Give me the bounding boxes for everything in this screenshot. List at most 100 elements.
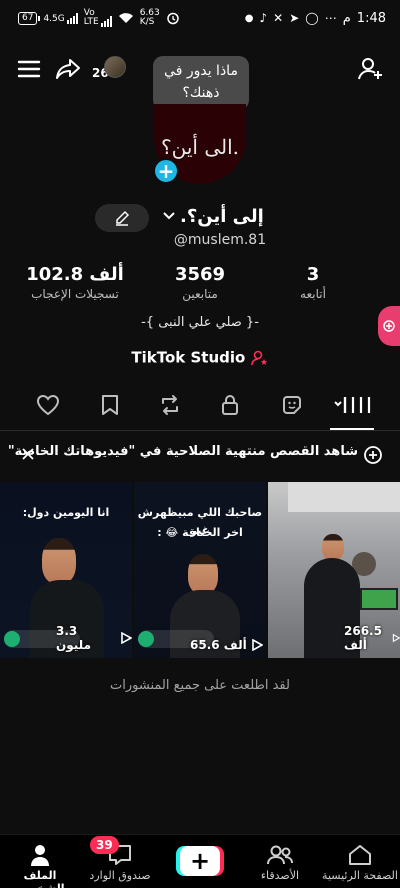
play-count: 266.5 ألف	[344, 624, 382, 652]
end-of-posts-text: لقد اطلعت على جميع المنشورات	[110, 678, 290, 693]
profile-tabs	[0, 390, 400, 422]
tv-shape	[360, 588, 398, 610]
username: @muslem.81	[173, 232, 267, 248]
video-thumbnail[interactable]: صاحبك اللي مبيظهرش غير اخر الخناقة 😂 : 6…	[134, 482, 266, 658]
following-label: أتابعه	[300, 287, 326, 301]
volte-bottom: LTE	[83, 17, 99, 27]
status-prompt-bubble[interactable]: ماذا يدور في ذهنك؟	[153, 56, 249, 110]
speed-unit: K/S	[139, 17, 155, 27]
likes-label: تسجيلات الإعجاب	[31, 287, 119, 301]
alarm-icon	[167, 12, 179, 25]
signal-bars-2-icon	[100, 16, 112, 27]
tab-reposts[interactable]	[152, 390, 188, 420]
stat-following[interactable]: 3 أتابعه	[258, 264, 368, 301]
video-caption-3: انا اليومين دول:	[22, 506, 110, 519]
tab-liked[interactable]	[30, 390, 66, 420]
pencil-icon	[116, 210, 130, 226]
person-head	[188, 554, 218, 594]
tiktok-studio-link[interactable]: TikTok Studio	[0, 348, 400, 367]
share-arrow-icon	[56, 59, 80, 79]
tab-private[interactable]	[212, 390, 248, 420]
create-button[interactable]: +	[176, 846, 224, 876]
videos-grid-icon	[334, 397, 371, 413]
clock-period: م	[342, 10, 351, 26]
video-grid: 266.5 ألف صاحبك اللي مبيظهرش غير اخر الخ…	[0, 482, 400, 658]
stories-banner[interactable]: شاهد القصص منتهية الصلاحية في "فيديوهاتك…	[0, 440, 400, 470]
stat-followers[interactable]: 3569 متابعين	[145, 264, 255, 301]
banner-text: شاهد القصص منتهية الصلاحية في "فيديوهاتك…	[7, 444, 358, 459]
likes-count: 102.8 ألف	[26, 264, 124, 285]
stat-likes: 102.8 ألف تسجيلات الإعجاب	[20, 264, 130, 301]
network-speed: 6.63 K/S	[140, 9, 160, 27]
tiktok-notif-icon: ♪	[259, 11, 268, 25]
friend-avatar[interactable]	[104, 56, 126, 78]
followers-label: متابعين	[182, 287, 218, 301]
following-count: 3	[306, 264, 320, 285]
video-views: 3.3 مليون	[56, 624, 132, 652]
banner-add-icon-wrap	[362, 444, 384, 466]
nav-inbox-label: صندوق الوارد	[89, 869, 151, 882]
profile-icon	[31, 845, 49, 866]
bookmark-icon	[102, 395, 118, 415]
telegram-icon: ➤	[289, 11, 300, 25]
nav-friends-label: الأصدقاء	[260, 869, 300, 882]
tab-mentions[interactable]	[274, 390, 310, 420]
plus-icon: +	[157, 159, 175, 183]
mic-icon	[4, 631, 20, 647]
tooltip-line2: ذهنك؟	[182, 85, 220, 101]
menu-button[interactable]	[16, 56, 42, 82]
video-views: 266.5 ألف	[344, 624, 400, 652]
side-floating-button[interactable]	[378, 306, 400, 346]
hamburger-icon	[17, 60, 41, 78]
nav-profile[interactable]: الملف الشخصي	[0, 841, 80, 888]
status-right: ● ♪ ✕ ➤ ◯ ⋯ م 1:48	[245, 11, 386, 26]
ceiling-shape	[288, 482, 400, 512]
add-friend-button[interactable]	[356, 56, 384, 82]
sticker-icon	[283, 396, 301, 414]
clock-time: 1:48	[356, 10, 386, 26]
more-dots-icon: ⋯	[324, 11, 337, 25]
side-pill-icon	[383, 320, 395, 332]
heart-icon	[36, 394, 60, 416]
signal-bars-icon	[66, 12, 78, 24]
chevron-down-icon[interactable]	[162, 210, 176, 222]
add-user-icon	[358, 58, 382, 80]
signal-2: Vo LTE	[84, 9, 112, 27]
person-head	[42, 538, 76, 584]
friends-icon	[267, 845, 293, 865]
x-notif-icon: ✕	[273, 11, 284, 25]
user-star-icon	[250, 350, 267, 365]
mic-icon	[138, 631, 154, 647]
tab-videos[interactable]	[332, 390, 374, 420]
person-head	[322, 534, 344, 560]
tabs-divider	[0, 430, 400, 431]
battery-icon: 67	[18, 11, 41, 25]
wifi-icon	[118, 13, 133, 23]
followers-count: 3569	[174, 264, 226, 285]
edit-profile-button[interactable]	[95, 204, 149, 232]
dot-icon: ●	[244, 12, 254, 24]
share-profile-button[interactable]	[54, 56, 82, 82]
play-count: 65.6 ألف	[190, 638, 247, 652]
add-circle-icon	[364, 446, 382, 464]
play-icon	[251, 639, 263, 651]
status-left: 67 4.5G Vo LTE 6.63 K/S	[18, 9, 180, 27]
nav-home[interactable]: الصفحة الرئيسية	[320, 841, 400, 882]
tab-favorites[interactable]	[92, 390, 128, 420]
status-bar: 67 4.5G Vo LTE 6.63 K/S ● ♪ ✕ ➤ ◯ ⋯ م 1:…	[0, 0, 400, 36]
nav-home-label: الصفحة الرئيسية	[322, 869, 398, 882]
studio-label: TikTok Studio	[131, 348, 246, 367]
play-count: 3.3 مليون	[56, 624, 91, 652]
bio-text: -{ صلي علي النبى }-	[141, 315, 259, 330]
lock-icon	[222, 395, 238, 415]
nav-friends[interactable]: الأصدقاء	[240, 841, 320, 882]
video-thumbnail[interactable]: انا اليومين دول: 3.3 مليون	[0, 482, 132, 658]
video-caption-2: اخر الخناقة 😂 :	[157, 526, 243, 539]
nav-profile-label: الملف الشخصي	[16, 869, 65, 888]
avatar-text: الى أين؟.	[161, 135, 239, 159]
video-views: 65.6 ألف	[190, 638, 263, 652]
play-icon	[121, 632, 132, 644]
add-story-button[interactable]: +	[153, 158, 179, 184]
video-thumbnail[interactable]: 266.5 ألف	[268, 482, 400, 658]
signal-1-label: 4.5G	[43, 13, 65, 24]
